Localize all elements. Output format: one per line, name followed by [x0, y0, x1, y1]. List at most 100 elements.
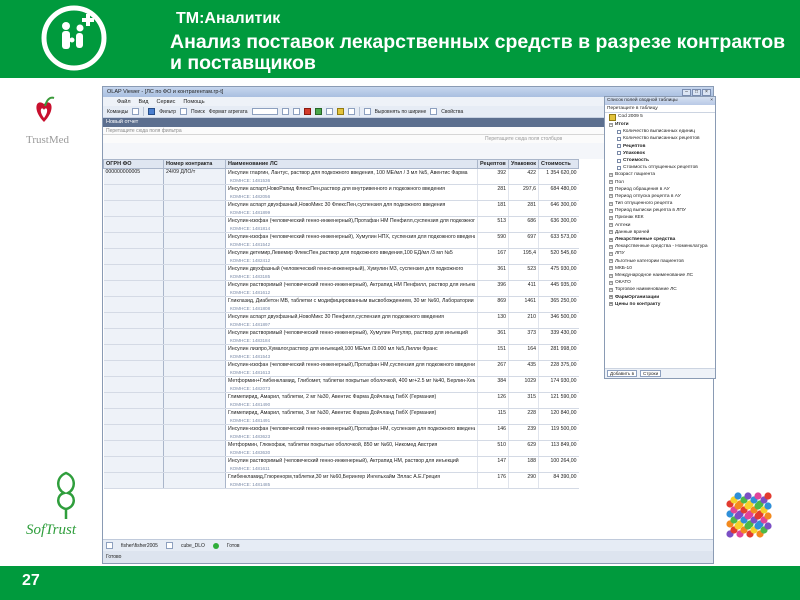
field-item[interactable]: + Признак КЕК: [607, 214, 715, 221]
contract-cell[interactable]: [163, 312, 226, 329]
commands-button[interactable]: Команды: [107, 109, 128, 115]
drug-name-cell[interactable]: Инсулин растворимый (человеческий генно-…: [225, 280, 478, 297]
cost-cell[interactable]: 121 590,00: [538, 392, 579, 409]
search-button[interactable]: Поиск: [191, 109, 205, 115]
ogrn-cell[interactable]: [103, 248, 164, 265]
packs-cell[interactable]: 164: [508, 344, 539, 361]
menu-view[interactable]: Вид: [139, 99, 149, 105]
table-icon[interactable]: [325, 108, 333, 115]
table-row[interactable]: Инсулин-изофан (человеческий генно-инжен…: [103, 216, 579, 233]
contract-cell[interactable]: [163, 248, 226, 265]
recipes-cell[interactable]: 392: [477, 168, 509, 185]
drug-name-cell[interactable]: Глибенкламид,Глюренорм,таблетки,30 мг №6…: [225, 472, 478, 489]
packs-cell[interactable]: 435: [508, 360, 539, 377]
menu-service[interactable]: Сервис: [156, 99, 175, 105]
close-button[interactable]: ×: [702, 88, 711, 96]
checkbox-icon[interactable]: [617, 136, 621, 141]
contract-cell[interactable]: [163, 328, 226, 345]
contract-cell[interactable]: [163, 264, 226, 281]
table-row[interactable]: Инсулин-изофан (человеческий генно-инжен…: [103, 360, 579, 377]
ogrn-cell[interactable]: [103, 216, 164, 233]
drug-name-cell[interactable]: Инсулин-изофан (человеческий генно-инжен…: [225, 232, 478, 249]
packs-cell[interactable]: 239: [508, 424, 539, 441]
table-row[interactable]: Инсулин растворимый (человеческий генно-…: [103, 280, 579, 297]
packs-cell[interactable]: 373: [508, 328, 539, 345]
ogrn-cell[interactable]: [103, 424, 164, 441]
drug-name-cell[interactable]: Инсулин аспарт двухфазный,НовоМикс 30 Пе…: [225, 312, 478, 329]
expand-plus-icon[interactable]: +: [609, 180, 613, 185]
expand-plus-icon[interactable]: +: [609, 172, 613, 177]
properties-icon[interactable]: [430, 108, 438, 115]
packs-cell[interactable]: 290: [508, 472, 539, 489]
recipes-cell[interactable]: 869: [477, 296, 509, 313]
expand-plus-icon[interactable]: +: [609, 287, 613, 292]
field-item[interactable]: Стоимость: [607, 157, 715, 164]
expand-plus-icon[interactable]: +: [609, 194, 613, 199]
table-row[interactable]: Инсулин-изофан (человеческий генно-инжен…: [103, 424, 579, 441]
field-item[interactable]: + Лекарственные средства: [607, 236, 715, 243]
packs-cell[interactable]: 422: [508, 168, 539, 185]
contract-cell[interactable]: [163, 440, 226, 457]
recipes-cell[interactable]: 510: [477, 440, 509, 457]
header-cost[interactable]: Стоимость: [538, 159, 579, 169]
field-item[interactable]: + Льготные категории пациентов: [607, 258, 715, 265]
ogrn-cell[interactable]: [103, 328, 164, 345]
add-to-button[interactable]: Добавить в: [607, 370, 638, 377]
table-row[interactable]: Метформин, Глюкофаж, таблетки покрытые о…: [103, 440, 579, 457]
field-item[interactable]: + Данные врачей: [607, 229, 715, 236]
expand-plus-icon[interactable]: +: [609, 230, 613, 235]
chart-icon[interactable]: [336, 108, 344, 115]
field-item[interactable]: + ФармОрганизации: [607, 294, 715, 301]
expand-plus-icon[interactable]: +: [609, 237, 613, 242]
contract-cell[interactable]: [163, 360, 226, 377]
header-ogrn[interactable]: ОГРН ФО: [103, 159, 164, 169]
expand-icon[interactable]: [292, 108, 300, 115]
contract-cell[interactable]: [163, 296, 226, 313]
ogrn-cell[interactable]: [103, 440, 164, 457]
recipes-cell[interactable]: 361: [477, 264, 509, 281]
ogrn-cell[interactable]: [103, 232, 164, 249]
packs-cell[interactable]: 686: [508, 216, 539, 233]
drug-name-cell[interactable]: Глимепирид, Амарил, таблетки, 2 мг №30, …: [225, 392, 478, 409]
checkbox-icon[interactable]: [617, 165, 621, 170]
table-row[interactable]: Метформин+Глибенкламид, Глибомет, таблет…: [103, 376, 579, 393]
cost-cell[interactable]: 1 354 620,00: [538, 168, 579, 185]
expand-plus-icon[interactable]: +: [609, 216, 613, 221]
aggregate-format-button[interactable]: Формат агрегата: [209, 109, 248, 115]
table-row[interactable]: Инсулин аспарт двухфазный,НовоМикс 30 Фл…: [103, 200, 579, 217]
contract-cell[interactable]: [163, 232, 226, 249]
checkbox-icon[interactable]: [617, 129, 621, 134]
ogrn-cell[interactable]: [103, 392, 164, 409]
recipes-cell[interactable]: 267: [477, 360, 509, 377]
packs-cell[interactable]: 1029: [508, 376, 539, 393]
field-item[interactable]: + МКБ-10: [607, 265, 715, 272]
drug-name-cell[interactable]: Инсулин растворимый (человеческий генно-…: [225, 328, 478, 345]
field-item[interactable]: Упаковок: [607, 150, 715, 157]
ogrn-cell[interactable]: [103, 200, 164, 217]
ogrn-cell[interactable]: [103, 456, 164, 473]
cost-cell[interactable]: 636 300,00: [538, 216, 579, 233]
packs-cell[interactable]: 228: [508, 408, 539, 425]
drug-name-cell[interactable]: Инсулин аспарт,НовоРапид ФлексПен,раство…: [225, 184, 478, 201]
field-item[interactable]: + Торговое наименование ЛС: [607, 286, 715, 293]
expand-plus-icon[interactable]: +: [609, 223, 613, 228]
contract-cell[interactable]: [163, 280, 226, 297]
field-item[interactable]: + Пол: [607, 179, 715, 186]
packs-cell[interactable]: 297,6: [508, 184, 539, 201]
field-item[interactable]: Количество выписанных единиц: [607, 128, 715, 135]
expand-plus-icon[interactable]: +: [609, 187, 613, 192]
field-item[interactable]: Количество выписанных рецептов: [607, 135, 715, 142]
recipes-cell[interactable]: 126: [477, 392, 509, 409]
maximize-button[interactable]: □: [692, 88, 701, 96]
cost-cell[interactable]: 346 500,00: [538, 312, 579, 329]
recipes-cell[interactable]: 167: [477, 248, 509, 265]
field-item[interactable]: + Период обращения в АУ: [607, 186, 715, 193]
field-item[interactable]: + Лекарственные средства - Номенклатура: [607, 243, 715, 250]
recipes-cell[interactable]: 115: [477, 408, 509, 425]
recipes-cell[interactable]: 130: [477, 312, 509, 329]
cost-cell[interactable]: 445 935,00: [538, 280, 579, 297]
table-row[interactable]: Инсулин-изофан (человеческий генно-инжен…: [103, 232, 579, 249]
drug-name-cell[interactable]: Инсулин-изофан (человеческий генно-инжен…: [225, 360, 478, 377]
recipes-cell[interactable]: 513: [477, 216, 509, 233]
contract-cell[interactable]: [163, 344, 226, 361]
